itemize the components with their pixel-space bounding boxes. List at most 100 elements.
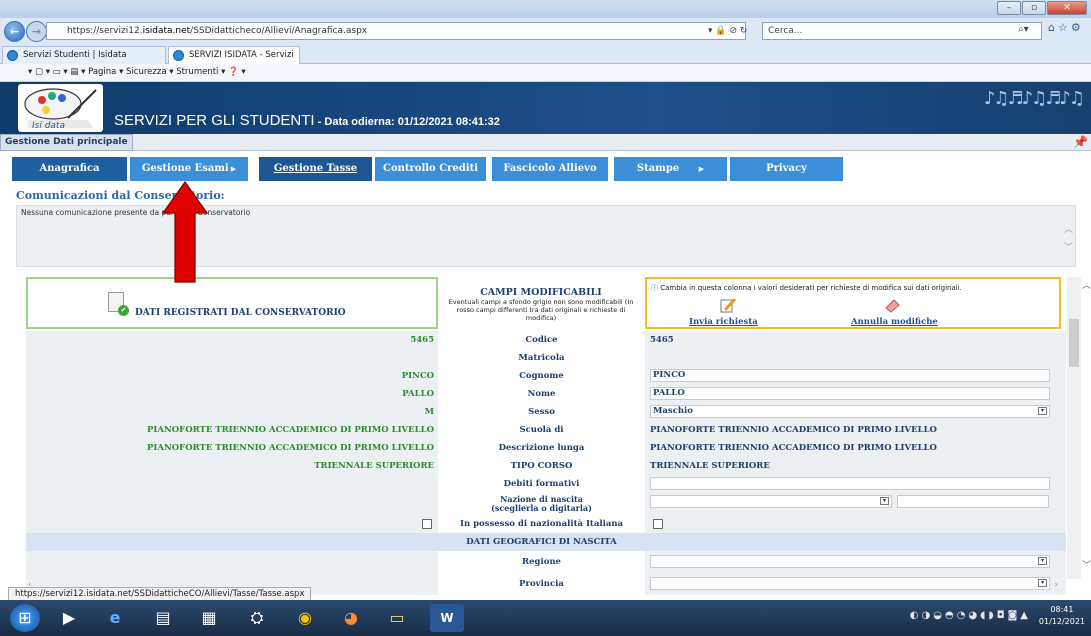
tab-servizi-isidata[interactable]: SERVIZI ISIDATA - Servizi pe... ✕	[168, 46, 300, 76]
sesso-value: Maschio	[653, 406, 693, 416]
firefox-icon[interactable]: ◕	[334, 604, 368, 632]
chevron-down-icon[interactable]: ▾	[1038, 557, 1047, 565]
row-codice: 5465 Codice 5465	[26, 331, 1066, 349]
field-label: Sesso	[439, 403, 644, 421]
maximize-button[interactable]: ▫	[1022, 1, 1046, 15]
taskbar-clock[interactable]: 08:41 01/12/2021	[1039, 604, 1085, 628]
menu-gestione-tasse[interactable]: Gestione Tasse	[259, 157, 372, 181]
readonly-value: PIANOFORTE TRIENNIO ACCADEMICO DI PRIMO …	[645, 421, 1066, 439]
internet-explorer-icon[interactable]: e	[98, 604, 132, 632]
original-value: PIANOFORTE TRIENNIO ACCADEMICO DI PRIMO …	[26, 439, 438, 457]
menu-anagrafica[interactable]: Anagrafica	[12, 157, 127, 181]
field-label: Cognome	[439, 367, 644, 385]
row-descrizione: PIANOFORTE TRIENNIO ACCADEMICO DI PRIMO …	[26, 439, 1066, 457]
nazionalita-cell	[645, 515, 1066, 533]
original-value: PIANOFORTE TRIENNIO ACCADEMICO DI PRIMO …	[26, 421, 438, 439]
url-field[interactable]: https://servizi12.isidata.net/SSDidattic…	[46, 22, 746, 40]
regione-select[interactable]: ▾	[650, 555, 1050, 568]
pencil-icon[interactable]	[719, 297, 737, 313]
word-icon[interactable]: W	[430, 604, 464, 632]
readonly-value: PIANOFORTE TRIENNIO ACCADEMICO DI PRIMO …	[645, 439, 1066, 457]
scroll-up-icon[interactable]: ︿	[1082, 278, 1091, 291]
sesso-select[interactable]: Maschio ▾	[650, 405, 1050, 418]
menu-fascicolo-allievo[interactable]: Fascicolo Allievo	[492, 157, 608, 181]
minimize-button[interactable]: –	[997, 1, 1021, 15]
file-manager-icon[interactable]: ▤	[146, 604, 180, 632]
debiti-cell	[645, 475, 1066, 493]
row-tipo-corso: TRIENNALE SUPERIORE TIPO CORSO TRIENNALE S…	[26, 457, 1066, 475]
registered-data-header: ✔ DATI REGISTRATI DAL CONSERVATORIO	[26, 277, 438, 329]
original-value: M	[26, 403, 438, 421]
editable-fields-header: CAMPI MODIFICABILI Eventuali campi a sfo…	[438, 277, 644, 329]
command-bar-items[interactable]: ▾ ▢ ▾ ▭ ▾ ▤ ▾ Pagina ▾ Sicurezza ▾ Strum…	[28, 67, 246, 77]
cognome-input[interactable]: PINCO	[650, 369, 1050, 382]
menu-gestione-esami[interactable]: Gestione Esami ▶	[130, 157, 248, 181]
clock-date: 01/12/2021	[1038, 617, 1085, 626]
folder-icon[interactable]: ▭	[380, 604, 414, 632]
menu-controllo-crediti[interactable]: Controllo Crediti	[375, 157, 486, 181]
scrollbar-thumb[interactable]	[1069, 319, 1079, 367]
communications-scroll-icons[interactable]: ︿ ﹀	[1064, 221, 1073, 257]
logo-graphic: Isi data	[24, 88, 97, 131]
sesso-cell: Maschio ▾	[645, 403, 1066, 421]
red-annotation-arrow	[162, 181, 208, 283]
original-value: TRIENNALE SUPERIORE	[26, 457, 438, 475]
ie-favicon-icon	[7, 50, 18, 61]
debiti-input[interactable]	[650, 477, 1050, 490]
menu-privacy[interactable]: Privacy	[730, 157, 843, 181]
calculator-icon[interactable]: ▦	[192, 604, 226, 632]
original-value	[26, 515, 438, 533]
field-label: Nazione di nascita (sceglierla o digitarl…	[439, 493, 644, 515]
row-regione: Regione ▾	[26, 551, 1066, 573]
system-tray-icons[interactable]: ◐◑◒◓◔◕◖◗◘◙▲	[910, 610, 1031, 621]
communications-text: Nessuna comunicazione presente da parte …	[21, 208, 251, 217]
chevron-down-icon[interactable]: ▾	[880, 497, 889, 505]
editable-fields-title: CAMPI MODIFICABILI	[480, 287, 602, 298]
command-bar[interactable]: ▾ ▢ ▾ ▭ ▾ ▤ ▾ Pagina ▾ Sicurezza ▾ Strum…	[0, 64, 1091, 82]
scroll-right-icon[interactable]: ›	[1054, 580, 1058, 590]
annulla-modifiche-link[interactable]: Annulla modifiche	[851, 317, 938, 327]
menu-stampe[interactable]: Stampe ▶	[614, 157, 727, 181]
close-window-button[interactable]: ✕	[1047, 1, 1087, 15]
address-icons[interactable]: ▾ 🔒 ⊘ ↻	[708, 22, 747, 40]
row-nazionalita: In possesso di nazionalità Italiana	[26, 515, 1066, 533]
tab-servizi-studenti[interactable]: Servizi Studenti | Isidata	[2, 46, 166, 64]
field-label: Codice	[439, 331, 644, 349]
network-icon[interactable]: ⛭	[240, 604, 274, 632]
field-label: Debiti formativi	[439, 475, 644, 493]
chrome-icon[interactable]: ◉	[288, 604, 322, 632]
original-value: PALLO	[26, 385, 438, 403]
submenu-arrow-icon: ▶	[698, 164, 705, 173]
original-value	[26, 349, 438, 367]
window-controls: – ▫ ✕	[997, 1, 1087, 15]
nazionalita-original-checkbox	[422, 519, 432, 529]
ie-favicon-icon	[173, 50, 184, 61]
field-label: Scuola di	[439, 421, 644, 439]
form-vertical-scrollbar[interactable]	[1067, 277, 1081, 579]
scroll-down-icon[interactable]: ﹀	[1082, 558, 1091, 571]
row-nazione: Nazione di nascita (sceglierla o digitarl…	[26, 493, 1066, 515]
nome-input[interactable]: PALLO	[650, 387, 1050, 400]
eraser-icon[interactable]	[883, 297, 901, 313]
header-decoration: ♪♫♬♪♫♬♪♫	[983, 88, 1085, 109]
home-star-gear-icons[interactable]: ⌂☆⚙	[1048, 21, 1084, 34]
row-debiti: Debiti formativi	[26, 475, 1066, 493]
nazione-text-input[interactable]	[897, 495, 1049, 508]
search-icon[interactable]: ⌕▾	[1018, 24, 1029, 35]
change-request-note: ⓘ Cambia in questa colonna i valori desi…	[651, 283, 962, 293]
pin-icon[interactable]: 📌	[1073, 135, 1088, 149]
search-input[interactable]: Cerca...	[762, 22, 1042, 40]
page-title-text: SERVIZI PER GLI STUDENTI	[114, 112, 315, 129]
chevron-down-icon[interactable]: ▾	[1038, 407, 1047, 415]
nazione-select[interactable]: ▾	[650, 495, 892, 508]
nazionalita-checkbox[interactable]	[653, 519, 663, 529]
media-player-icon[interactable]: ▶	[52, 604, 86, 632]
row-scuola: PIANOFORTE TRIENNIO ACCADEMICO DI PRIMO …	[26, 421, 1066, 439]
editable-fields-subtitle: Eventuali campi a sfondo grigio non sono…	[448, 298, 634, 322]
back-button[interactable]: ←	[4, 21, 25, 42]
section-title: DATI GEOGRAFICI DI NASCITA	[439, 533, 644, 551]
start-button[interactable]: ⊞	[10, 604, 40, 632]
invia-richiesta-link[interactable]: Invia richiesta	[689, 317, 758, 327]
forward-button[interactable]: →	[26, 21, 47, 42]
tab-gestione-dati[interactable]: Gestione Dati principale	[0, 134, 133, 151]
